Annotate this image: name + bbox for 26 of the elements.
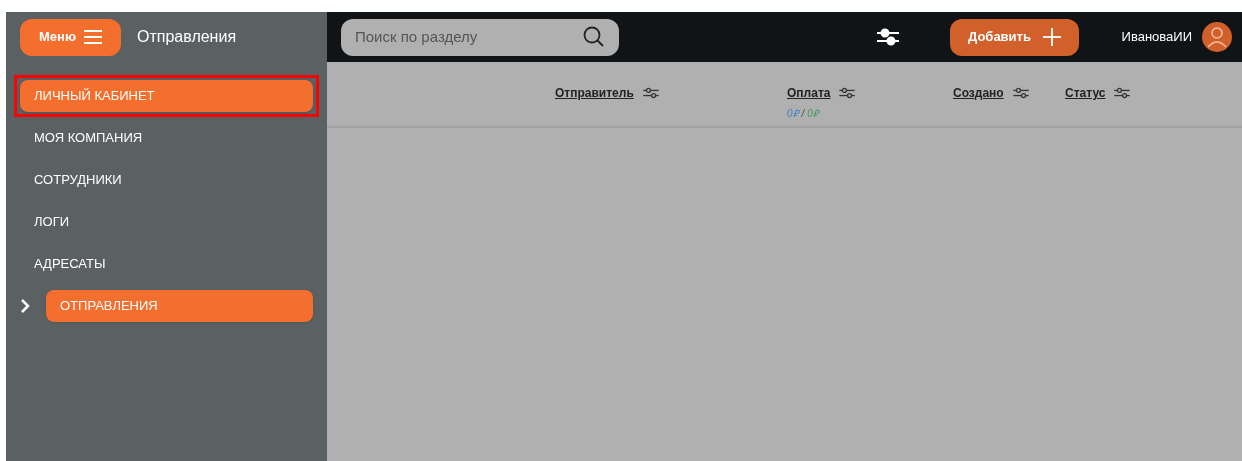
column-header[interactable]: Оплата — [787, 84, 831, 102]
column-header[interactable]: Создано — [953, 84, 1004, 102]
sidebar-item[interactable]: АДРЕСАТЫ — [20, 248, 313, 280]
total-amount: 0₽ — [807, 107, 819, 121]
user-avatar-icon[interactable] — [1202, 22, 1232, 52]
column-header[interactable]: Статус — [1065, 84, 1106, 102]
filter-icon[interactable] — [641, 87, 660, 99]
menu-icon — [84, 29, 102, 45]
sliders-icon[interactable] — [876, 28, 900, 46]
filter-icon[interactable] — [1011, 87, 1030, 99]
column-header[interactable]: Отправитель — [555, 84, 634, 102]
plus-icon — [1042, 28, 1061, 46]
page-title: Отправления — [137, 27, 237, 47]
sidebar-item[interactable]: СОТРУДНИКИ — [20, 164, 313, 196]
sidebar-item[interactable]: МОЯ КОМПАНИЯ — [20, 122, 313, 154]
total-amount: 0₽ — [787, 107, 799, 121]
filter-icon[interactable] — [838, 87, 857, 99]
chevron-right-icon — [20, 299, 30, 313]
user-name[interactable]: ИвановаИИ — [1121, 27, 1192, 47]
search-field[interactable]: Поиск по разделу — [341, 18, 619, 56]
sidebar-item[interactable]: ЛОГИ — [20, 206, 313, 238]
filter-icon[interactable] — [1113, 87, 1132, 99]
total-separator: / — [801, 107, 805, 121]
add-button[interactable]: Добавить — [950, 18, 1079, 56]
search-icon[interactable] — [583, 26, 605, 48]
search-input[interactable]: Поиск по разделу — [355, 25, 583, 49]
